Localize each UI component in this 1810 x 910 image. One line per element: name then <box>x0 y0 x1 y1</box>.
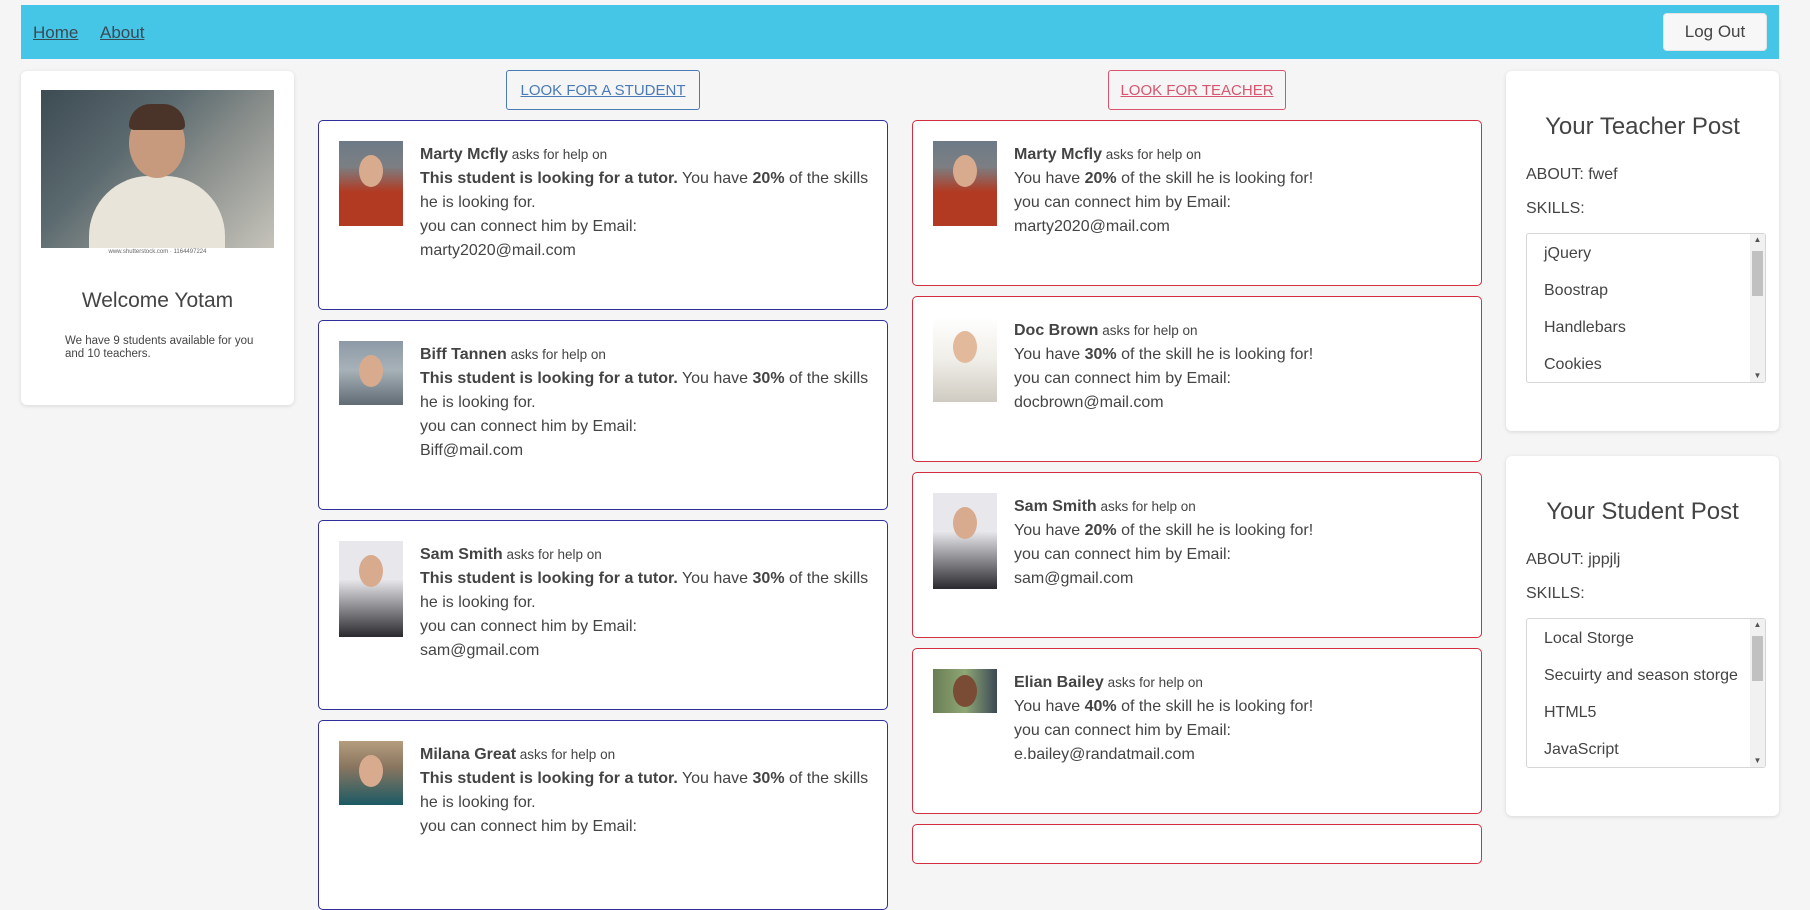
teacher-email: docbrown@mail.com <box>1014 394 1164 411</box>
teacher-skills-list[interactable]: jQuery Boostrap Handlebars Cookies ▲ ▼ <box>1526 233 1766 383</box>
teacher-card: Marty Mcfly asks for help on You have 20… <box>912 120 1482 286</box>
teacher-card <box>912 824 1482 864</box>
teacher-name: Elian Bailey <box>1014 674 1104 691</box>
student-email: sam@gmail.com <box>420 642 540 659</box>
skill-item[interactable]: jQuery <box>1544 245 1591 263</box>
teacher-avatar <box>933 317 997 402</box>
skill-item[interactable]: Secuirty and season storge <box>1544 667 1738 685</box>
scrollbar[interactable]: ▲ ▼ <box>1750 234 1765 382</box>
teacher-avatar <box>933 669 997 713</box>
profile-photo: www.shutterstock.com · 1164497224 <box>41 90 274 257</box>
student-name: Biff Tannen <box>420 346 507 363</box>
student-skills-list[interactable]: Local Storge Secuirty and season storge … <box>1526 618 1766 768</box>
look-for-teacher-button[interactable]: LOOK FOR TEACHER <box>1108 70 1286 110</box>
student-post-title: Your Student Post <box>1546 498 1739 525</box>
skill-item[interactable]: Cookies <box>1544 356 1602 374</box>
look-for-student-button[interactable]: LOOK FOR A STUDENT <box>506 70 700 110</box>
student-percent: 30% <box>752 570 785 587</box>
student-name: Milana Great <box>420 746 517 763</box>
student-card: Biff Tannen asks for help on This studen… <box>318 320 888 510</box>
student-card: Marty Mcfly asks for help on This studen… <box>318 120 888 310</box>
logout-button[interactable]: Log Out <box>1663 13 1767 51</box>
scroll-down-icon[interactable]: ▼ <box>1750 370 1765 382</box>
teacher-percent: 20% <box>1084 522 1117 539</box>
student-avatar <box>339 341 403 405</box>
teacher-post-skills-label: SKILLS: <box>1526 200 1585 217</box>
student-percent: 30% <box>752 370 785 387</box>
student-post-panel: Your Student Post ABOUT: jppjlj SKILLS: … <box>1506 456 1779 816</box>
welcome-title: Welcome Yotam <box>81 289 234 312</box>
student-card: Sam Smith asks for help on This student … <box>318 520 888 710</box>
teacher-percent: 30% <box>1084 346 1117 363</box>
skill-item[interactable]: JavaScript <box>1544 741 1619 759</box>
scroll-up-icon[interactable]: ▲ <box>1750 234 1765 246</box>
welcome-panel: www.shutterstock.com · 1164497224 Welcom… <box>21 71 294 405</box>
scroll-thumb[interactable] <box>1752 251 1763 296</box>
skill-item[interactable]: Handlebars <box>1544 319 1626 337</box>
skill-item[interactable]: Boostrap <box>1544 282 1608 300</box>
teacher-post-panel: Your Teacher Post ABOUT: fwef SKILLS: jQ… <box>1506 71 1779 431</box>
student-percent: 30% <box>752 770 785 787</box>
student-name: Sam Smith <box>420 546 503 563</box>
student-percent: 20% <box>752 170 785 187</box>
teacher-email: sam@gmail.com <box>1014 570 1134 587</box>
nav-home-link[interactable]: Home <box>33 23 78 43</box>
nav-about-link[interactable]: About <box>100 23 144 43</box>
skill-item[interactable]: Local Storge <box>1544 630 1634 648</box>
teacher-avatar <box>933 493 997 589</box>
teacher-card: Doc Brown asks for help on You have 30% … <box>912 296 1482 462</box>
skill-item[interactable]: HTML5 <box>1544 704 1596 722</box>
scrollbar[interactable]: ▲ ▼ <box>1750 619 1765 767</box>
student-post-about: ABOUT: jppjlj <box>1526 551 1621 568</box>
teacher-email: marty2020@mail.com <box>1014 218 1170 235</box>
teacher-post-title: Your Teacher Post <box>1545 113 1740 140</box>
student-avatar <box>339 541 403 637</box>
student-avatar <box>339 741 403 805</box>
welcome-text: We have 9 students available for you and… <box>65 335 254 360</box>
teacher-name: Doc Brown <box>1014 322 1099 339</box>
teacher-post-about: ABOUT: fwef <box>1526 166 1618 183</box>
student-email: marty2020@mail.com <box>420 242 576 259</box>
student-email: Biff@mail.com <box>420 442 524 459</box>
scroll-down-icon[interactable]: ▼ <box>1750 755 1765 767</box>
teacher-name: Sam Smith <box>1014 498 1097 515</box>
teacher-percent: 20% <box>1084 170 1117 187</box>
teacher-name: Marty Mcfly <box>1014 146 1103 163</box>
scroll-up-icon[interactable]: ▲ <box>1750 619 1765 631</box>
student-avatar <box>339 141 403 226</box>
student-post-skills-label: SKILLS: <box>1526 585 1585 602</box>
teacher-card: Sam Smith asks for help on You have 20% … <box>912 472 1482 638</box>
navbar: Home About Log Out <box>21 5 1779 59</box>
photo-caption: www.shutterstock.com · 1164497224 <box>41 248 274 257</box>
teacher-percent: 40% <box>1084 698 1117 715</box>
teacher-email: e.bailey@randatmail.com <box>1014 746 1195 763</box>
teacher-avatar <box>933 141 997 226</box>
teacher-card: Elian Bailey asks for help on You have 4… <box>912 648 1482 814</box>
scroll-thumb[interactable] <box>1752 636 1763 681</box>
student-card: Milana Great asks for help on This stude… <box>318 720 888 910</box>
student-name: Marty Mcfly <box>420 146 509 163</box>
